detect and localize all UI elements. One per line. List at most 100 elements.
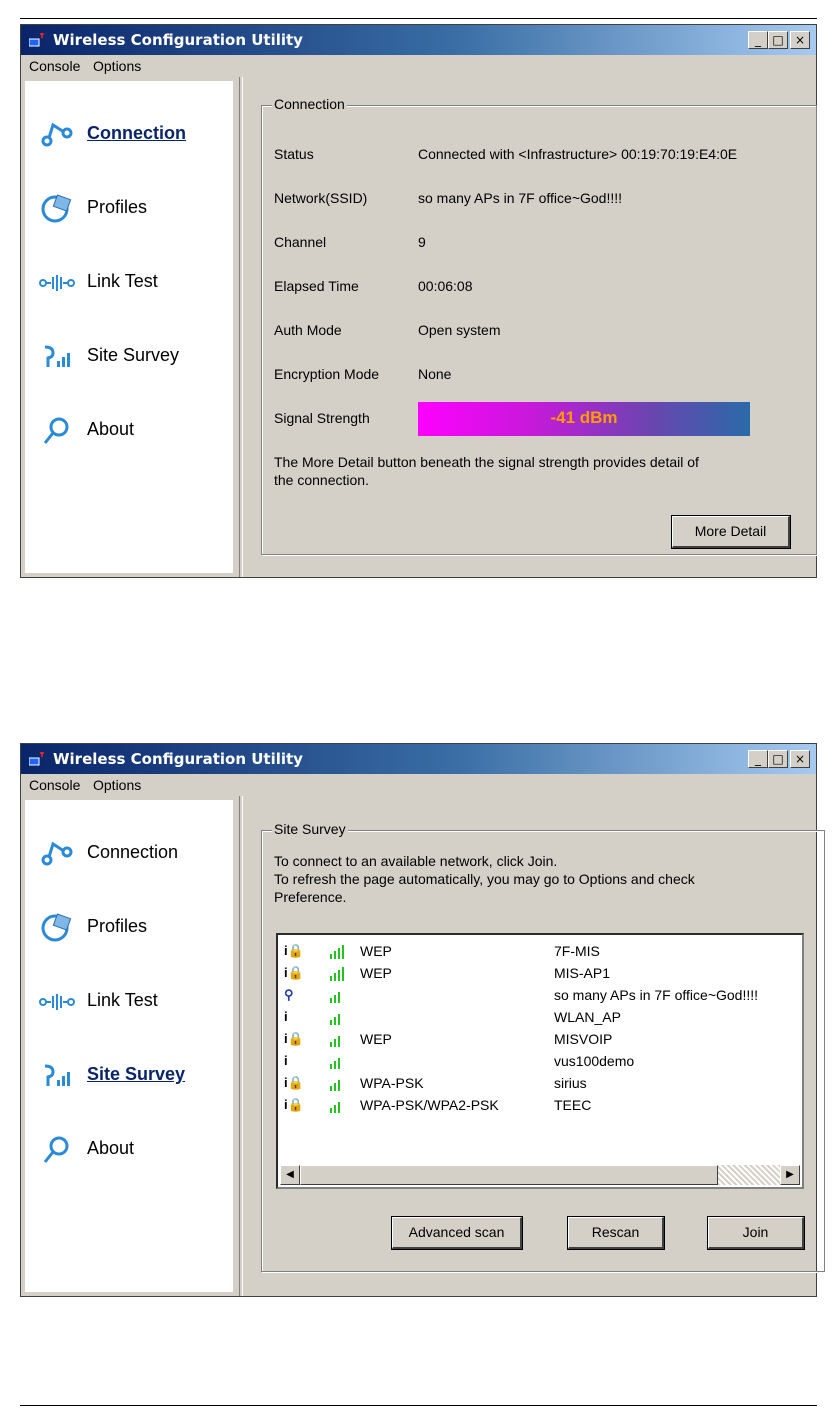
signal-bar xyxy=(338,1102,340,1113)
signal-bars-icon xyxy=(330,992,340,1003)
ap-security: WEP xyxy=(360,965,392,981)
ap-ssid: so many APs in 7F office~God!!!! xyxy=(554,987,759,1003)
signal-bar xyxy=(330,976,332,981)
encryption-mode-label: Encryption Mode xyxy=(274,366,380,382)
nav-label-connection: Connection xyxy=(87,842,179,862)
window-title: Wireless Configuration Utility xyxy=(53,750,303,768)
ap-security: WPA-PSK/WPA2-PSK xyxy=(360,1097,499,1113)
infrastructure-lock-icon: i🔒 xyxy=(284,943,304,958)
scroll-track[interactable] xyxy=(718,1165,780,1185)
signal-bar xyxy=(334,1083,336,1091)
nav-item-link-test[interactable]: Link Test xyxy=(33,980,233,1020)
sidebar: Connection Profiles Link Test Site Surve… xyxy=(25,800,233,1292)
close-button[interactable]: × xyxy=(790,31,810,49)
scroll-right-button[interactable]: ▶ xyxy=(780,1165,800,1185)
ap-list-row[interactable]: i🔒 WEP 7F-MIS xyxy=(282,941,798,963)
more-detail-button[interactable]: More Detail xyxy=(671,515,791,549)
signal-bar xyxy=(334,1061,336,1069)
signal-bars-icon xyxy=(330,1014,340,1025)
ssid-label: Network(SSID) xyxy=(274,190,368,206)
nav-item-profiles[interactable]: Profiles xyxy=(33,187,233,227)
minimize-button[interactable]: _ xyxy=(748,750,768,768)
link-test-icon xyxy=(39,994,75,1010)
window-title: Wireless Configuration Utility xyxy=(53,31,303,49)
ap-security: WPA-PSK xyxy=(360,1075,424,1091)
menu-console[interactable]: Console xyxy=(29,777,80,793)
horizontal-scrollbar[interactable]: ◀ ▶ xyxy=(280,1165,800,1185)
ap-list-row[interactable]: i vus100demo xyxy=(282,1051,798,1073)
ap-list-row[interactable]: i🔒 WEP MIS-AP1 xyxy=(282,963,798,985)
signal-bars-icon xyxy=(330,1102,340,1113)
nav-item-about[interactable]: About xyxy=(33,409,233,449)
site-survey-icon xyxy=(44,1064,70,1086)
infrastructure-icon: i xyxy=(284,1009,288,1024)
profiles-icon xyxy=(41,913,72,942)
ap-ssid: MISVOIP xyxy=(554,1031,613,1047)
app-icon xyxy=(29,33,44,47)
ap-list-row[interactable]: i🔒 WPA-PSK sirius xyxy=(282,1073,798,1095)
nav-item-connection[interactable]: Connection xyxy=(33,113,233,153)
signal-bars-icon xyxy=(330,967,344,981)
signal-bar xyxy=(338,992,340,1003)
title-bar[interactable]: Wireless Configuration Utility _ □ × xyxy=(21,744,816,774)
site-survey-window: Wireless Configuration Utility _ □ × Con… xyxy=(20,743,825,1297)
group-title: Site Survey xyxy=(272,821,348,837)
menu-bar: Console Options xyxy=(21,55,816,77)
scroll-left-button[interactable]: ◀ xyxy=(280,1165,300,1185)
nav-item-site-survey[interactable]: Site Survey xyxy=(33,335,233,375)
ap-ssid: TEEC xyxy=(554,1097,592,1113)
channel-value: 9 xyxy=(418,234,426,250)
infrastructure-lock-icon: i🔒 xyxy=(284,965,304,980)
signal-bar xyxy=(330,1042,332,1047)
join-button[interactable]: Join xyxy=(707,1216,805,1250)
connection-icon xyxy=(41,841,73,866)
signal-bar xyxy=(330,954,332,959)
ap-list-row[interactable]: i WLAN_AP xyxy=(282,1007,798,1029)
instruction-line-2: To refresh the page automatically, you m… xyxy=(274,871,695,887)
nav-item-about[interactable]: About xyxy=(33,1128,233,1168)
connection-icon xyxy=(41,122,73,147)
link-test-icon xyxy=(39,275,75,291)
signal-bar xyxy=(334,1017,336,1025)
ap-security: WEP xyxy=(360,943,392,959)
signal-bar xyxy=(334,1105,336,1113)
infrastructure-icon: i xyxy=(284,1053,288,1068)
minimize-button[interactable]: _ xyxy=(748,31,768,49)
title-bar[interactable]: Wireless Configuration Utility _ □ × xyxy=(21,25,816,55)
ap-list-row[interactable]: i🔒 WEP MISVOIP xyxy=(282,1029,798,1051)
nav-label-link-test: Link Test xyxy=(87,271,158,291)
group-title: Connection xyxy=(272,96,347,112)
profiles-icon xyxy=(41,194,72,223)
nav-label-link-test: Link Test xyxy=(87,990,158,1010)
maximize-button[interactable]: □ xyxy=(768,750,788,768)
signal-bar xyxy=(338,970,340,981)
menu-console[interactable]: Console xyxy=(29,58,80,74)
signal-strength-label: Signal Strength xyxy=(274,410,370,426)
status-label: Status xyxy=(274,146,314,162)
menu-options[interactable]: Options xyxy=(93,58,141,74)
nav-label-site-survey: Site Survey xyxy=(87,345,180,365)
ap-ssid: WLAN_AP xyxy=(554,1009,621,1025)
signal-bar xyxy=(334,951,336,959)
close-button[interactable]: × xyxy=(790,750,810,768)
maximize-button[interactable]: □ xyxy=(768,31,788,49)
infrastructure-lock-icon: i🔒 xyxy=(284,1075,304,1090)
nav-item-link-test[interactable]: Link Test xyxy=(33,261,233,301)
signal-bar xyxy=(334,1039,336,1047)
access-point-list[interactable]: i🔒 WPA-PSK/WPA2-PSK TEEC i🔒 WPA-PSK sirius i vu… xyxy=(276,933,804,1189)
signal-bars-icon xyxy=(330,945,344,959)
signal-bar xyxy=(338,1058,340,1069)
nav-label-profiles: Profiles xyxy=(87,197,148,217)
menu-options[interactable]: Options xyxy=(93,777,141,793)
ap-list-row[interactable]: ⚲ so many APs in 7F office~God!!!! xyxy=(282,985,798,1007)
ap-list-row[interactable]: i🔒 WPA-PSK/WPA2-PSK TEEC xyxy=(282,1095,798,1117)
nav-item-site-survey[interactable]: Site Survey xyxy=(33,1054,233,1094)
nav-item-profiles[interactable]: Profiles xyxy=(33,906,233,946)
rescan-button[interactable]: Rescan xyxy=(567,1216,665,1250)
scroll-thumb[interactable] xyxy=(300,1165,718,1185)
nav-label-about: About xyxy=(87,1138,135,1158)
auth-mode-value: Open system xyxy=(418,322,501,338)
advanced-scan-button[interactable]: Advanced scan xyxy=(391,1216,523,1250)
signal-bar xyxy=(338,948,340,959)
nav-item-connection[interactable]: Connection xyxy=(33,832,233,872)
